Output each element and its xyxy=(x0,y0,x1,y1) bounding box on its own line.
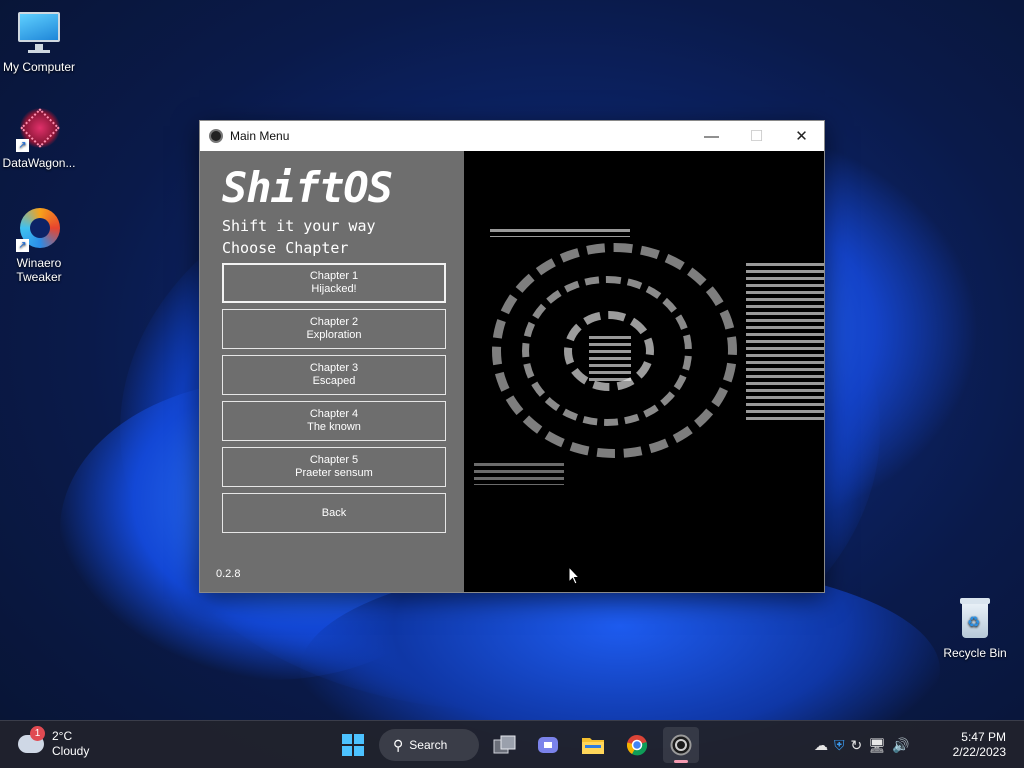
chapter-number: Chapter 5 xyxy=(309,454,359,466)
window-titlebar[interactable]: Main Menu — ☐ ✕ xyxy=(200,121,824,151)
recycle-bin-icon: ♻ xyxy=(952,596,998,642)
chapter-number: Chapter 2 xyxy=(309,316,359,328)
taskbar-clock[interactable]: 5:47 PM 2/22/2023 xyxy=(953,730,1006,760)
datawagon-icon: ↗ xyxy=(16,106,62,152)
system-tray: ☁ ⛨ ↻ 🖥 🔊 xyxy=(814,721,909,768)
weather-condition: Cloudy xyxy=(52,744,90,758)
tagline: Shift it your way xyxy=(222,217,376,235)
ascii-art-line xyxy=(490,229,630,237)
ascii-art-core xyxy=(589,336,631,382)
shiftos-app-icon xyxy=(209,129,223,143)
version-label: 0.2.8 xyxy=(216,568,241,580)
windows-logo-icon xyxy=(342,734,364,756)
search-icon: ⚲ xyxy=(393,736,404,753)
folder-icon xyxy=(582,738,604,754)
chapter-title: The known xyxy=(307,421,361,433)
monitor-icon xyxy=(16,10,62,56)
back-label: Back xyxy=(321,506,347,519)
chapter-number: Chapter 1 xyxy=(309,270,359,282)
back-button[interactable]: Back xyxy=(222,493,446,533)
shiftos-icon xyxy=(670,734,692,756)
chapter-3-button[interactable]: Chapter 3 Escaped xyxy=(222,355,446,395)
chapter-1-button[interactable]: Chapter 1 Hijacked! xyxy=(222,263,446,303)
desktop-icon-datawagon[interactable]: ↗ DataWagon... xyxy=(0,106,78,170)
network-icon[interactable]: 🖥 xyxy=(868,737,886,754)
chrome-icon xyxy=(626,735,648,756)
chapter-number: Chapter 3 xyxy=(309,362,359,374)
ascii-animation-pane xyxy=(464,151,824,592)
winaero-tweaker-icon: ↗ xyxy=(16,206,62,252)
desktop-icon-winaero-tweaker[interactable]: ↗ Winaero Tweaker xyxy=(0,206,78,284)
security-shield-icon[interactable]: ⛨ xyxy=(834,737,845,754)
desktop-icon-label: My Computer xyxy=(2,60,76,74)
maximize-button[interactable]: ☐ xyxy=(734,121,779,151)
chapter-number: Chapter 4 xyxy=(309,408,359,420)
taskbar-search-button[interactable]: ⚲ Search xyxy=(379,729,479,761)
menu-pane: ShiftOS Shift it your way Choose Chapter… xyxy=(200,151,464,592)
shortcut-arrow-icon: ↗ xyxy=(16,139,29,152)
task-view-icon xyxy=(493,735,516,754)
chapter-2-button[interactable]: Chapter 2 Exploration xyxy=(222,309,446,349)
shiftos-logo-text: ShiftOS xyxy=(222,163,393,212)
desktop-icon-label: Recycle Bin xyxy=(943,646,1007,660)
cloud-offline-icon[interactable]: ☁ xyxy=(814,737,828,754)
chapter-4-button[interactable]: Chapter 4 The known xyxy=(222,401,446,441)
window-title: Main Menu xyxy=(230,129,290,143)
clock-time: 5:47 PM xyxy=(961,730,1006,744)
weather-widget[interactable]: 1 2°C Cloudy xyxy=(18,726,90,759)
chapter-title: Hijacked! xyxy=(311,283,357,295)
ascii-art-block xyxy=(746,263,824,423)
minimize-button[interactable]: — xyxy=(689,121,734,151)
mouse-cursor-icon xyxy=(568,566,580,585)
close-button[interactable]: ✕ xyxy=(779,121,824,151)
desktop-icon-label: Winaero Tweaker xyxy=(16,256,62,284)
chapter-title: Escaped xyxy=(312,375,356,387)
volume-icon[interactable]: 🔊 xyxy=(892,737,909,754)
teams-chat-button[interactable] xyxy=(531,727,567,763)
taskbar: 1 2°C Cloudy ⚲ Search ☁ ⛨ ↻ 🖥 🔊 5:47 PM … xyxy=(0,720,1024,768)
task-view-button[interactable] xyxy=(487,727,523,763)
ascii-art-line xyxy=(474,463,564,485)
shortcut-arrow-icon: ↗ xyxy=(16,239,29,252)
notification-badge: 1 xyxy=(30,726,45,741)
choose-chapter-label: Choose Chapter xyxy=(222,239,349,257)
start-button[interactable] xyxy=(335,727,371,763)
cloud-icon: 1 xyxy=(18,726,45,753)
chapter-title: Exploration xyxy=(306,329,362,341)
chrome-button[interactable] xyxy=(619,727,655,763)
search-label: Search xyxy=(409,738,448,752)
window-client: ShiftOS Shift it your way Choose Chapter… xyxy=(200,151,824,592)
desktop-icon-recycle-bin[interactable]: ♻ Recycle Bin xyxy=(936,596,1014,660)
desktop-icon-my-computer[interactable]: My Computer xyxy=(0,10,78,74)
chapter-5-button[interactable]: Chapter 5 Praeter sensum xyxy=(222,447,446,487)
chat-icon xyxy=(538,737,558,753)
desktop-icon-label: DataWagon... xyxy=(2,156,76,170)
clock-date: 2/22/2023 xyxy=(952,745,1006,759)
chapter-title: Praeter sensum xyxy=(295,467,373,479)
weather-temp: 2°C xyxy=(52,729,73,743)
update-icon[interactable]: ↻ xyxy=(851,737,863,754)
shiftos-taskbar-button[interactable] xyxy=(663,727,699,763)
main-menu-window: Main Menu — ☐ ✕ ShiftOS Shift it your wa… xyxy=(199,120,825,593)
file-explorer-button[interactable] xyxy=(575,727,611,763)
